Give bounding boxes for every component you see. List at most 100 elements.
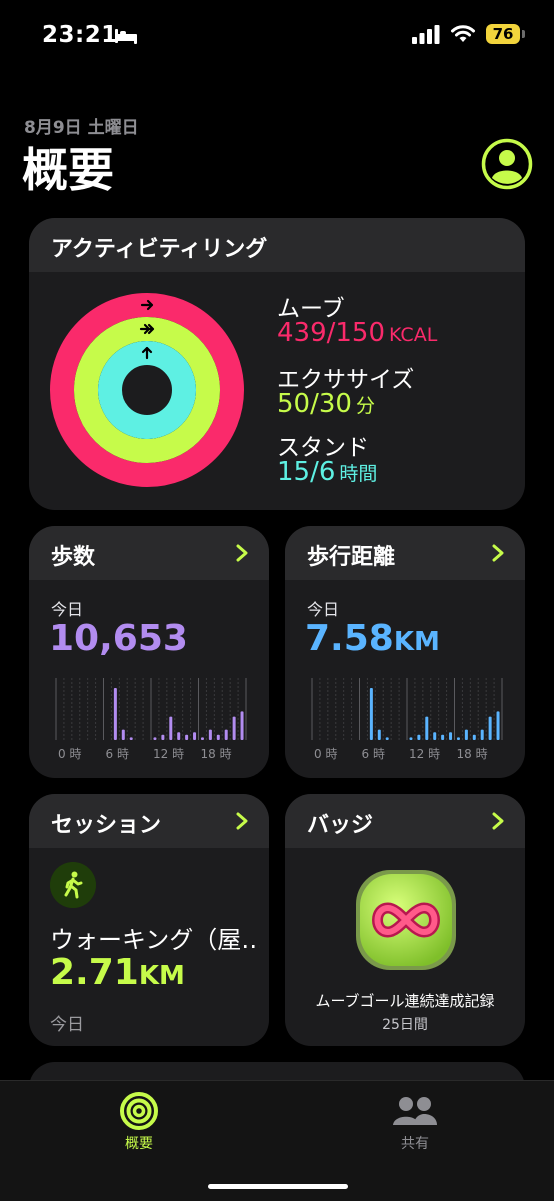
chevron-right-icon — [492, 544, 504, 562]
hour-bar — [224, 729, 228, 740]
chevron-right-icon — [236, 812, 248, 830]
page-title: 概要 — [22, 143, 114, 197]
distance-card[interactable]: 歩行距離 今日 7.58KM 0 時 6 時 12 時 18 時 — [285, 526, 525, 778]
axis-tick-label: 18 時 — [201, 747, 232, 761]
walking-icon — [50, 862, 96, 908]
card-header: バッジ — [285, 794, 525, 848]
axis-tick-label: 0 時 — [58, 747, 81, 761]
tab-summary-label: 概要 — [125, 1136, 153, 1152]
move-unit: KCAL — [389, 324, 438, 346]
axis-tick-label: 6 時 — [362, 747, 385, 761]
hour-bar — [121, 729, 125, 740]
hour-bar — [417, 734, 421, 740]
activity-rings-graphic — [50, 293, 244, 487]
axis-tick-label: 0 時 — [314, 747, 337, 761]
chevron-right-icon — [492, 812, 504, 830]
tab-summary[interactable]: 概要 — [79, 1081, 199, 1171]
hour-bar — [409, 737, 413, 740]
hour-bar — [425, 716, 429, 740]
steps-card[interactable]: 歩数 今日 10,653 0 時 6 時 12 時 18 時 — [29, 526, 269, 778]
hour-bar — [169, 716, 173, 740]
hour-bar — [208, 729, 212, 740]
move-streak-badge-icon — [356, 870, 456, 970]
hour-bar — [385, 737, 389, 740]
steps-hourly-chart: 0 時 6 時 12 時 18 時 — [55, 678, 247, 761]
hour-bar — [449, 732, 453, 740]
card-header: セッション — [29, 794, 269, 848]
session-name: ウォーキング（屋… — [50, 926, 260, 954]
hour-bar — [216, 734, 220, 740]
exercise-value-number: 50/30 — [277, 389, 352, 419]
axis-tick-label: 12 時 — [409, 747, 440, 761]
distance-today-label: 今日 — [307, 600, 340, 619]
axis-tick-label: 6 時 — [106, 747, 129, 761]
distance-title: 歩行距離 — [307, 545, 396, 570]
hour-bar — [232, 716, 236, 740]
hour-bar — [129, 737, 133, 740]
hour-bar — [185, 734, 189, 740]
hour-bar — [496, 711, 500, 740]
move-value-number: 439/150 — [277, 318, 386, 348]
distance-hourly-chart: 0 時 6 時 12 時 18 時 — [311, 678, 503, 761]
hour-bar — [464, 729, 468, 740]
exercise-ring-end — [81, 407, 106, 432]
sleep-focus-icon — [115, 29, 137, 44]
session-title: セッション — [51, 813, 162, 838]
card-header: アクティビティリング — [29, 218, 525, 272]
tab-bar: 概要 共有 — [0, 1080, 554, 1201]
battery-indicator: 76 — [486, 24, 525, 44]
activity-rings-title: アクティビティリング — [51, 237, 268, 262]
summary-rings-icon — [120, 1092, 158, 1130]
stand-unit: 時間 — [339, 463, 378, 485]
card-header: 歩行距離 — [285, 526, 525, 580]
hour-bar — [433, 732, 437, 740]
hour-bar — [441, 734, 445, 740]
tab-sharing[interactable]: 共有 — [355, 1081, 475, 1171]
sharing-people-icon — [393, 1097, 437, 1125]
axis-tick-label: 18 時 — [457, 747, 488, 761]
hour-bar — [480, 729, 484, 740]
wifi-icon — [451, 25, 475, 42]
move-ring-end — [98, 301, 123, 326]
badges-title: バッジ — [307, 813, 374, 838]
steps-value: 10,653 — [49, 618, 188, 659]
exercise-unit: 分 — [355, 395, 375, 417]
hour-bar — [377, 729, 381, 740]
badge-subtitle: 25日間 — [382, 1017, 428, 1033]
hour-bar — [113, 688, 117, 740]
chevron-right-icon — [236, 544, 248, 562]
hour-bar — [472, 734, 476, 740]
hour-bar — [456, 737, 460, 740]
hour-bar — [177, 732, 181, 740]
hour-bar — [153, 737, 157, 740]
distance-value: 7.58KM — [305, 618, 440, 659]
hour-bar — [488, 716, 492, 740]
session-date: 今日 — [50, 1015, 84, 1035]
cellular-signal-icon — [412, 25, 440, 44]
move-value: 439/150 KCAL — [277, 318, 437, 348]
status-bar: 23:21 76 — [0, 0, 554, 74]
hour-bar — [200, 737, 204, 740]
distance-unit: KM — [393, 627, 440, 657]
tab-sharing-label: 共有 — [401, 1136, 429, 1152]
session-unit: KM — [138, 961, 185, 991]
home-indicator — [208, 1184, 348, 1189]
exercise-value: 50/30 分 — [277, 389, 375, 419]
hour-bar — [369, 688, 373, 740]
steps-title: 歩数 — [51, 545, 96, 570]
hour-bar — [193, 732, 197, 740]
session-value-number: 2.71 — [50, 952, 139, 993]
card-header: 歩数 — [29, 526, 269, 580]
session-value: 2.71KM — [50, 952, 185, 993]
status-time: 23:21 — [42, 22, 118, 48]
battery-level: 76 — [492, 25, 514, 43]
axis-tick-label: 12 時 — [153, 747, 184, 761]
badge-name: ムーブゴール連続達成記録 — [315, 992, 495, 1010]
hour-bar — [161, 734, 165, 740]
profile-button[interactable] — [481, 138, 533, 190]
distance-value-number: 7.58 — [305, 618, 394, 659]
stand-value-number: 15/6 — [277, 457, 336, 487]
steps-today-label: 今日 — [51, 600, 84, 619]
hour-bar — [240, 711, 244, 740]
stand-value: 15/6 時間 — [277, 457, 377, 487]
